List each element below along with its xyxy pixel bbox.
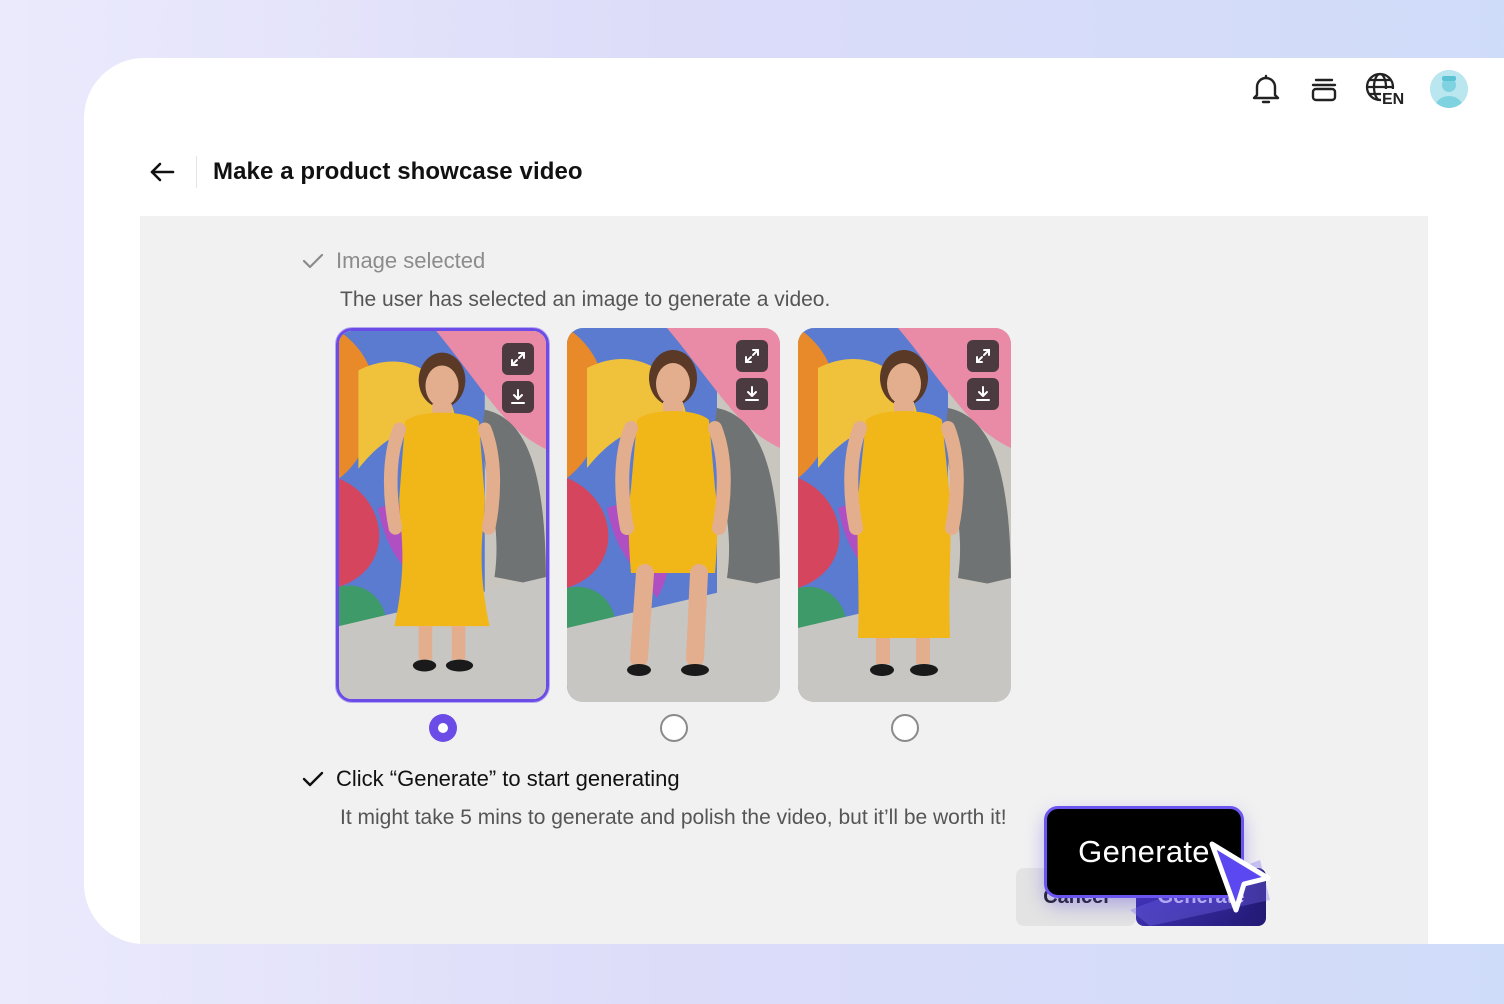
language-globe-icon[interactable]: EN <box>1364 71 1408 107</box>
download-icon[interactable] <box>502 381 534 413</box>
language-label: EN <box>1382 91 1404 107</box>
image-option-2 <box>567 328 780 742</box>
image-radio[interactable] <box>890 714 919 742</box>
step-description: The user has selected an image to genera… <box>340 288 831 311</box>
image-option-1 <box>336 328 549 742</box>
check-icon <box>302 253 324 269</box>
image-card[interactable] <box>798 328 1011 702</box>
page-header: Make a product showcase video <box>146 152 583 192</box>
step-title: Click “Generate” to start generating <box>336 766 680 791</box>
image-option-3 <box>798 328 1011 742</box>
notification-bell-icon[interactable] <box>1248 71 1284 107</box>
image-radio[interactable] <box>659 714 688 742</box>
download-icon[interactable] <box>967 378 999 410</box>
image-radio[interactable] <box>428 714 457 742</box>
page-title: Make a product showcase video <box>213 158 583 185</box>
credits-stack-icon[interactable] <box>1306 71 1342 107</box>
topbar-icons: EN <box>1248 70 1468 108</box>
expand-icon[interactable] <box>502 343 534 375</box>
download-icon[interactable] <box>736 378 768 410</box>
step-description: It might take 5 mins to generate and pol… <box>340 806 1007 829</box>
header-divider <box>196 156 197 188</box>
image-options <box>336 328 1011 742</box>
app-window: EN Make a product showcase video Image s… <box>84 58 1504 944</box>
user-avatar[interactable] <box>1430 70 1468 108</box>
expand-icon[interactable] <box>736 340 768 372</box>
image-card[interactable] <box>336 328 549 702</box>
check-icon <box>302 771 324 787</box>
step-image-selected: Image selected <box>302 248 485 274</box>
back-arrow-icon[interactable] <box>146 156 178 188</box>
step-click-generate: Click “Generate” to start generating <box>302 766 680 792</box>
step-title: Image selected <box>336 248 486 273</box>
generate-callout[interactable]: Generate <box>1044 806 1244 898</box>
expand-icon[interactable] <box>967 340 999 372</box>
image-card[interactable] <box>567 328 780 702</box>
